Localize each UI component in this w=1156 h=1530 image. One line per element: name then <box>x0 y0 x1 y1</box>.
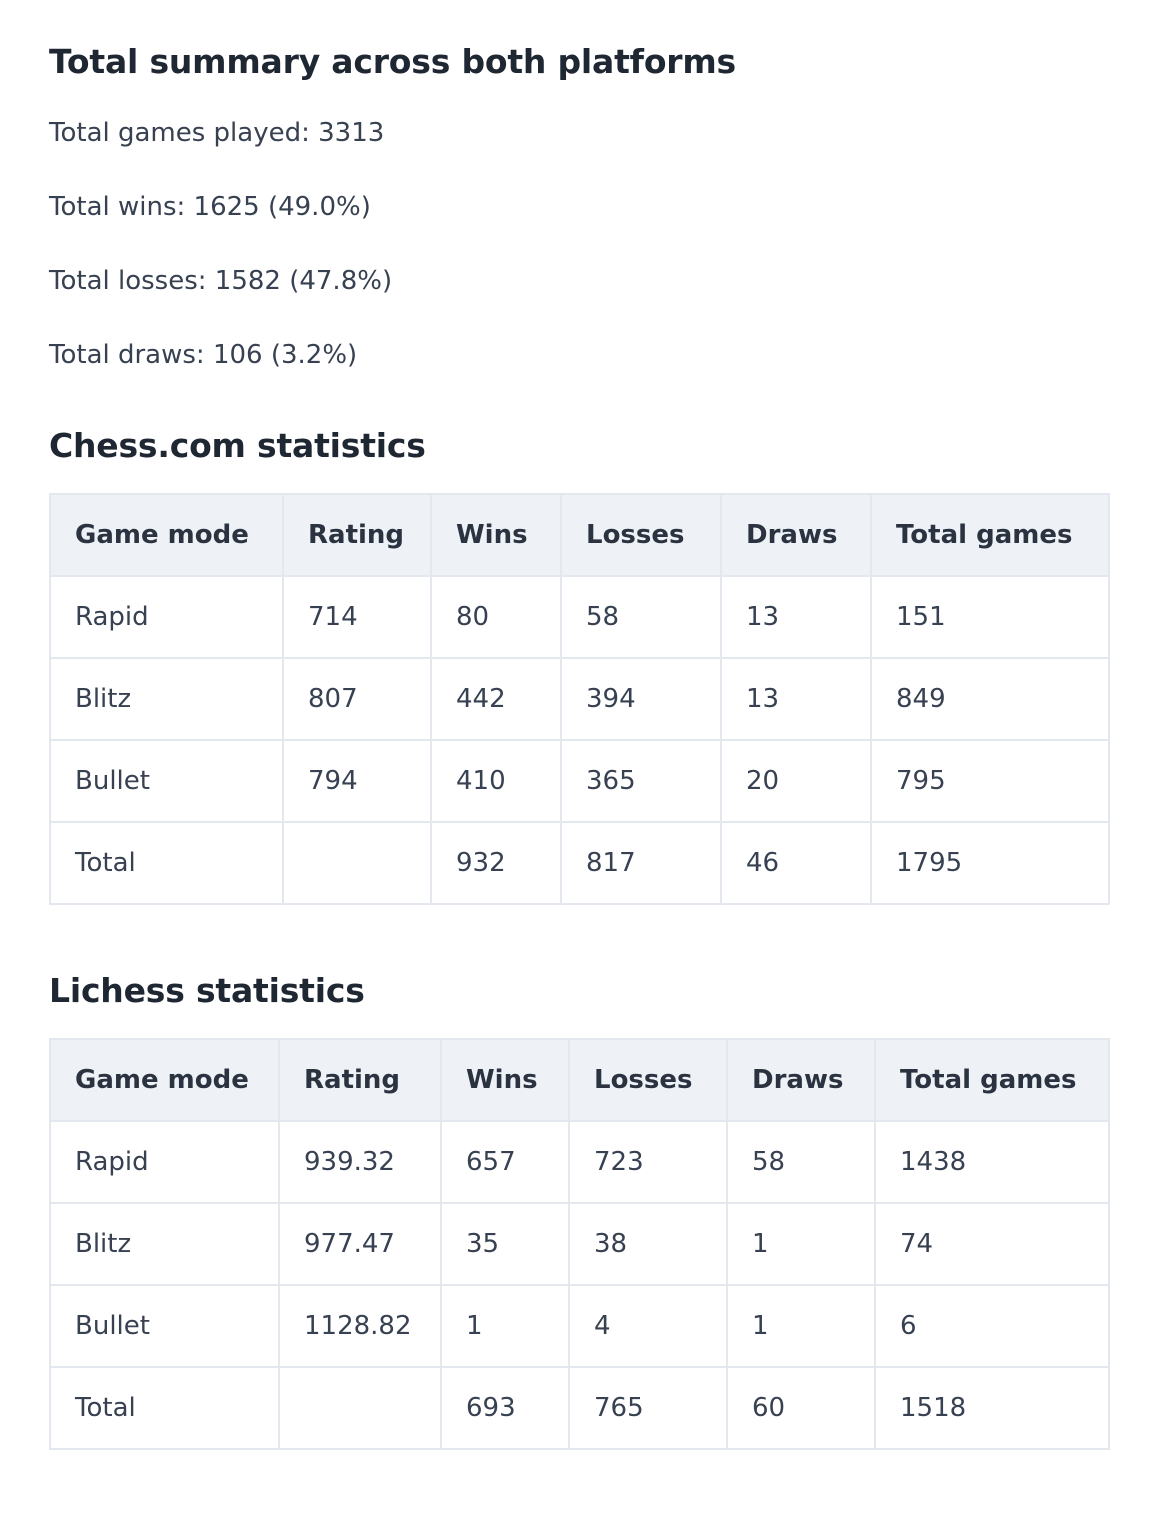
column-header: Losses <box>560 493 722 577</box>
table-cell: Bullet <box>49 739 284 823</box>
summary-heading: Total summary across both platforms <box>49 42 736 81</box>
table-cell: 20 <box>720 739 872 823</box>
table-cell: 657 <box>440 1120 570 1204</box>
table-cell: 939.32 <box>278 1120 442 1204</box>
table-row: Bullet 794 410 365 20 795 <box>49 739 1110 823</box>
table-cell: 60 <box>726 1366 876 1450</box>
table-cell: Total <box>49 1366 280 1450</box>
table-cell: 74 <box>874 1202 1110 1286</box>
table-cell: Rapid <box>49 1120 280 1204</box>
summary-total-draws: Total draws: 106 (3.2%) <box>49 340 358 370</box>
summary-total-wins: Total wins: 1625 (49.0%) <box>49 192 371 222</box>
column-header: Wins <box>440 1038 570 1122</box>
table-cell: 13 <box>720 657 872 741</box>
table-row: Blitz 977.47 35 38 1 74 <box>49 1202 1110 1286</box>
table-cell: 1518 <box>874 1366 1110 1450</box>
column-header: Draws <box>720 493 872 577</box>
table-header-row: Game mode Rating Wins Losses Draws Total… <box>49 493 1110 577</box>
table-cell: 46 <box>720 821 872 905</box>
chesscom-table: Game mode Rating Wins Losses Draws Total… <box>49 493 1110 905</box>
table-cell: 693 <box>440 1366 570 1450</box>
table-cell: 723 <box>568 1120 728 1204</box>
table-row: Blitz 807 442 394 13 849 <box>49 657 1110 741</box>
table-cell: 80 <box>430 575 562 659</box>
page: Total summary across both platforms Tota… <box>0 0 1156 1450</box>
chesscom-heading: Chess.com statistics <box>49 426 426 465</box>
column-header: Losses <box>568 1038 728 1122</box>
table-header-row: Game mode Rating Wins Losses Draws Total… <box>49 1038 1110 1122</box>
table-cell: Rapid <box>49 575 284 659</box>
table-total-row: Total 693 765 60 1518 <box>49 1366 1110 1450</box>
column-header: Total games <box>870 493 1110 577</box>
table-cell: 1438 <box>874 1120 1110 1204</box>
table-cell: 410 <box>430 739 562 823</box>
table-cell: 4 <box>568 1284 728 1368</box>
lichess-heading: Lichess statistics <box>49 971 365 1010</box>
column-header: Rating <box>282 493 432 577</box>
table-cell: Blitz <box>49 657 284 741</box>
table-cell: 6 <box>874 1284 1110 1368</box>
table-cell: Blitz <box>49 1202 280 1286</box>
column-header: Game mode <box>49 1038 280 1122</box>
table-cell: 932 <box>430 821 562 905</box>
table-cell: 714 <box>282 575 432 659</box>
table-cell <box>282 821 432 905</box>
table-cell: 849 <box>870 657 1110 741</box>
summary-total-games: Total games played: 3313 <box>49 118 385 148</box>
table-cell: Total <box>49 821 284 905</box>
table-row: Rapid 939.32 657 723 58 1438 <box>49 1120 1110 1204</box>
column-header: Total games <box>874 1038 1110 1122</box>
table-cell: 1 <box>440 1284 570 1368</box>
table-row: Rapid 714 80 58 13 151 <box>49 575 1110 659</box>
table-cell: 58 <box>560 575 722 659</box>
table-cell: 795 <box>870 739 1110 823</box>
table-cell: 977.47 <box>278 1202 442 1286</box>
table-cell: 394 <box>560 657 722 741</box>
lichess-table: Game mode Rating Wins Losses Draws Total… <box>49 1038 1110 1450</box>
summary-list: Total games played: 3313 Total wins: 162… <box>49 118 1108 414</box>
column-header: Draws <box>726 1038 876 1122</box>
table-cell: 38 <box>568 1202 728 1286</box>
table-cell: 794 <box>282 739 432 823</box>
table-cell: Bullet <box>49 1284 280 1368</box>
table-cell <box>278 1366 442 1450</box>
table-cell: 817 <box>560 821 722 905</box>
table-row: Bullet 1128.82 1 4 1 6 <box>49 1284 1110 1368</box>
table-cell: 765 <box>568 1366 728 1450</box>
column-header: Game mode <box>49 493 284 577</box>
summary-total-losses: Total losses: 1582 (47.8%) <box>49 266 393 296</box>
table-cell: 1 <box>726 1284 876 1368</box>
table-cell: 442 <box>430 657 562 741</box>
column-header: Wins <box>430 493 562 577</box>
table-cell: 1128.82 <box>278 1284 442 1368</box>
column-header: Rating <box>278 1038 442 1122</box>
table-cell: 807 <box>282 657 432 741</box>
table-cell: 13 <box>720 575 872 659</box>
table-cell: 1795 <box>870 821 1110 905</box>
table-cell: 1 <box>726 1202 876 1286</box>
table-cell: 151 <box>870 575 1110 659</box>
table-total-row: Total 932 817 46 1795 <box>49 821 1110 905</box>
table-cell: 58 <box>726 1120 876 1204</box>
table-cell: 365 <box>560 739 722 823</box>
table-cell: 35 <box>440 1202 570 1286</box>
